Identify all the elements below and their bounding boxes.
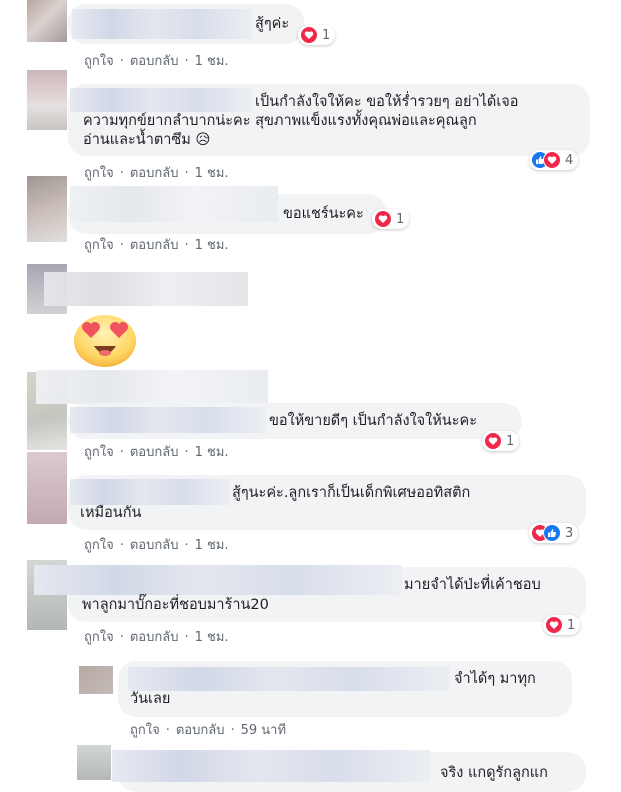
comment-bubble: สู้ๆนะค่ะ.ลูกเราก็เป็นเด็กพิเศษออทิสติก … — [68, 475, 586, 530]
reply-avatar[interactable] — [79, 666, 113, 694]
comment-bubble: ขอให้ขายดีๆ เป็นกำลังใจให้นะคะ — [68, 403, 522, 439]
comment-text: ความทุกข์ยากลำบากน่ะคะ สุขภาพแข็งแรงทั้ง… — [83, 113, 477, 129]
reply-bubble: จริง แกดูรักลูกแก — [112, 750, 586, 792]
love-icon — [543, 151, 561, 169]
comment-text: ขอแชร์นะคะ — [283, 206, 364, 222]
reply-text: วันเลย — [130, 691, 171, 707]
reaction-summary[interactable]: 3 — [529, 523, 579, 543]
reply-text: จำได้ๆ มาทุก — [454, 671, 536, 687]
comment-text: มายจำได้ป่ะที่เค้าชอบ — [404, 577, 541, 593]
reply-bubble: จำได้ๆ มาทุก วันเลย — [118, 661, 572, 717]
comment-actions: ถูกใจ · ตอบกลับ · 1 ชม. — [84, 238, 229, 253]
timestamp[interactable]: 1 ชม. — [195, 166, 229, 181]
comment-text: ขอให้ขายดีๆ เป็นกำลังใจให้นะคะ — [269, 413, 477, 429]
blurred-name — [72, 9, 252, 39]
avatar[interactable] — [27, 176, 67, 242]
blurred-name — [70, 88, 252, 112]
comment-actions: ถูกใจ · ตอบกลับ · 1 ชม. — [84, 445, 229, 460]
like-link[interactable]: ถูกใจ — [84, 445, 114, 460]
timestamp[interactable]: 1 ชม. — [195, 445, 229, 460]
comment-actions: ถูกใจ · ตอบกลับ · 1 ชม. — [84, 630, 229, 645]
reply-link[interactable]: ตอบกลับ — [130, 445, 179, 460]
avatar[interactable] — [27, 452, 67, 524]
reply-link[interactable]: ตอบกลับ — [130, 238, 179, 253]
blurred-name — [34, 565, 402, 595]
reaction-count: 1 — [322, 27, 331, 43]
reply-link[interactable]: ตอบกลับ — [176, 723, 225, 738]
comment-actions: ถูกใจ · ตอบกลับ · 1 ชม. — [84, 166, 229, 181]
reaction-summary[interactable]: 1 — [298, 25, 336, 45]
reaction-count: 4 — [565, 152, 574, 168]
love-icon — [484, 432, 502, 450]
avatar[interactable] — [27, 70, 67, 130]
reply-link[interactable]: ตอบกลับ — [130, 166, 179, 181]
blurred-name — [112, 750, 430, 782]
timestamp[interactable]: 1 ชม. — [195, 630, 229, 645]
like-link[interactable]: ถูกใจ — [84, 166, 114, 181]
blurred-name — [70, 407, 266, 433]
love-icon — [374, 210, 392, 228]
avatar[interactable] — [27, 0, 67, 42]
timestamp[interactable]: 1 ชม. — [195, 538, 229, 553]
reply-text: จริง แกดูรักลูกแก — [440, 765, 548, 781]
comment-text: สู้ๆนะค่ะ.ลูกเราก็เป็นเด็กพิเศษออทิสติก — [232, 485, 471, 501]
reply-actions: ถูกใจ · ตอบกลับ · 59 นาที — [130, 723, 287, 738]
comment-bubble: ขอแชร์นะคะ — [68, 186, 386, 234]
heart-eyes-emoji-sticker — [72, 310, 138, 368]
reply-link[interactable]: ตอบกลับ — [130, 630, 179, 645]
comment-text: เหมือนกัน — [80, 505, 142, 521]
blurred-name — [70, 186, 278, 222]
like-link[interactable]: ถูกใจ — [84, 538, 114, 553]
love-icon — [300, 26, 318, 44]
comment-text: สู้ๆค่ะ — [255, 16, 290, 32]
comment-bubble: สู้ๆค่ะ — [68, 4, 304, 44]
blurred-name — [128, 667, 450, 691]
love-icon — [545, 616, 563, 634]
timestamp[interactable]: 1 ชม. — [195, 54, 229, 69]
blurred-name — [70, 479, 230, 505]
comment-text: เป็นกำลังใจให้คะ ขอให้ร่ำรวยๆ อย่าได้เจอ — [255, 94, 519, 110]
reaction-count: 1 — [396, 211, 405, 227]
blurred-name — [36, 370, 268, 404]
comment-actions: ถูกใจ · ตอบกลับ · 1 ชม. — [84, 538, 229, 553]
blurred-name — [44, 272, 248, 306]
reaction-summary[interactable]: 1 — [482, 431, 520, 451]
reply-link[interactable]: ตอบกลับ — [130, 54, 179, 69]
comment-bubble: เป็นกำลังใจให้คะ ขอให้ร่ำรวยๆ อย่าได้เจอ… — [68, 84, 590, 156]
like-link[interactable]: ถูกใจ — [130, 723, 160, 738]
like-link[interactable]: ถูกใจ — [84, 238, 114, 253]
reaction-summary[interactable]: 1 — [372, 209, 410, 229]
like-icon — [543, 524, 561, 542]
reaction-count: 1 — [506, 433, 515, 449]
timestamp[interactable]: 59 นาที — [241, 723, 286, 738]
heart-eyes-emoji-icon — [74, 315, 136, 367]
comment-bubble: มายจำได้ป่ะที่เค้าชอบ พาลูกมาบั๊กอะที่ชอ… — [34, 565, 586, 622]
reaction-summary[interactable]: 4 — [529, 150, 579, 170]
like-link[interactable]: ถูกใจ — [84, 54, 114, 69]
comment-actions: ถูกใจ · ตอบกลับ · 1 ชม. — [84, 54, 229, 69]
reaction-count: 1 — [567, 617, 576, 633]
comment-text: อ่านและน้ำตาซึม 😥 — [83, 132, 211, 148]
like-link[interactable]: ถูกใจ — [84, 630, 114, 645]
reply-link[interactable]: ตอบกลับ — [130, 538, 179, 553]
reaction-summary[interactable]: 1 — [543, 615, 581, 635]
reply-avatar[interactable] — [77, 745, 111, 780]
timestamp[interactable]: 1 ชม. — [195, 238, 229, 253]
reaction-count: 3 — [565, 525, 574, 541]
comment-text: พาลูกมาบั๊กอะที่ชอบมาร้าน20 — [82, 597, 269, 613]
